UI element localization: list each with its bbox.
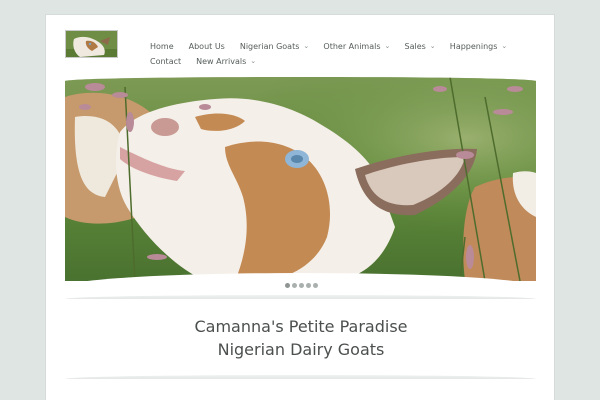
slider-dot[interactable] xyxy=(298,283,304,288)
nav-item-label: Sales xyxy=(404,42,426,51)
nav-item-label: Nigerian Goats xyxy=(239,42,300,51)
hero-slide-image xyxy=(65,77,536,281)
slider-dot[interactable] xyxy=(312,283,318,288)
slider-dot[interactable] xyxy=(284,283,290,288)
nav-item-label: About Us xyxy=(188,42,225,51)
nav-item-about-us[interactable]: About Us xyxy=(189,39,225,54)
site-title-line1: Camanna's Petite Paradise xyxy=(194,317,408,336)
main-nav: Home About Us Nigerian Goats ⌄ Other Animals… xyxy=(150,39,530,69)
nav-item-home[interactable]: Home xyxy=(150,39,174,54)
divider-bottom xyxy=(65,375,536,379)
site-title-line2: Nigerian Dairy Goats xyxy=(217,340,385,359)
divider-top xyxy=(65,295,536,299)
nav-item-other-animals[interactable]: Other Animals ⌄ xyxy=(323,39,391,54)
nav-item-label: Other Animals xyxy=(323,42,381,51)
nav-item-happenings[interactable]: Happenings ⌄ xyxy=(450,39,507,54)
nav-item-label: Home xyxy=(150,42,174,51)
chevron-down-icon: ⌄ xyxy=(250,57,257,65)
nav-item-label: New Arrivals xyxy=(196,57,247,66)
nav-item-contact[interactable]: Contact xyxy=(150,54,181,69)
slider-dot[interactable] xyxy=(291,283,297,288)
chevron-down-icon: ⌄ xyxy=(384,42,391,50)
nav-item-label: Contact xyxy=(150,57,182,66)
site-logo[interactable] xyxy=(65,30,118,58)
page-container: Home About Us Nigerian Goats ⌄ Other Animals… xyxy=(45,14,555,400)
nav-item-new-arrivals[interactable]: New Arrivals ⌄ xyxy=(196,54,257,69)
chevron-down-icon: ⌄ xyxy=(501,42,508,50)
chevron-down-icon: ⌄ xyxy=(429,42,436,50)
nav-item-sales[interactable]: Sales ⌄ xyxy=(404,39,436,54)
nav-item-nigerian-goats[interactable]: Nigerian Goats ⌄ xyxy=(240,39,309,54)
chevron-down-icon: ⌄ xyxy=(303,42,310,50)
site-title: Camanna's Petite Paradise Nigerian Dairy… xyxy=(46,315,556,361)
slider-pagination xyxy=(46,283,556,288)
slider-dot[interactable] xyxy=(305,283,311,288)
nav-item-label: Happenings xyxy=(449,42,498,51)
